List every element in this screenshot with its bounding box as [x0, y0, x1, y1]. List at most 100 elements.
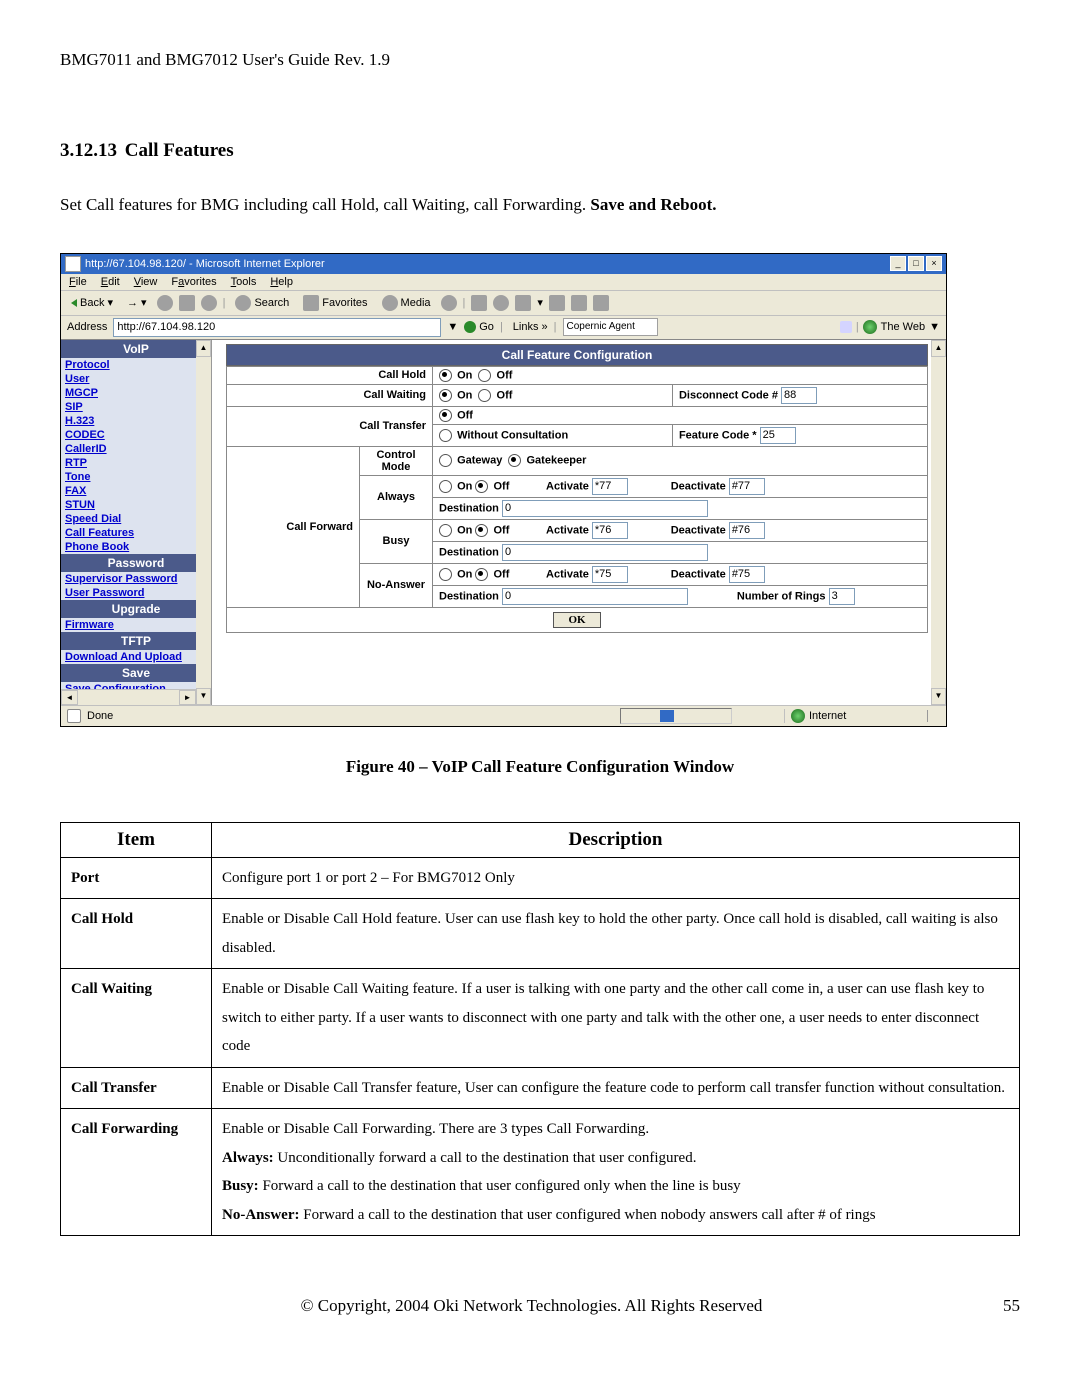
search-button[interactable]: Search	[231, 294, 293, 312]
menu-view[interactable]: View	[134, 276, 158, 288]
print-icon[interactable]	[493, 295, 509, 311]
desc-item: Call Waiting	[61, 969, 212, 1068]
always-destination-input[interactable]	[502, 500, 708, 517]
gateway-radio[interactable]	[439, 454, 452, 467]
noanswer-activate-input[interactable]	[592, 566, 628, 583]
media-button[interactable]: Media	[378, 294, 435, 312]
always-on-radio[interactable]	[439, 480, 452, 493]
sidebar-section-tftp: TFTP	[61, 632, 211, 650]
noanswer-off-radio[interactable]	[475, 568, 488, 581]
main-vscroll[interactable]: ▲▼	[931, 340, 946, 705]
callwaiting-on-radio[interactable]	[439, 389, 452, 402]
sidebar-item-firmware[interactable]: Firmware	[61, 618, 211, 632]
busy-destination-input[interactable]	[502, 544, 708, 561]
favorites-icon	[303, 295, 319, 311]
back-button[interactable]: Back ▾	[67, 295, 117, 310]
copernic-input[interactable]: Copernic Agent	[563, 318, 658, 336]
figure-caption: Figure 40 – VoIP Call Feature Configurat…	[60, 757, 1020, 777]
menu-file[interactable]: File	[69, 276, 87, 288]
research-icon[interactable]	[593, 295, 609, 311]
sidebar-item-callerid[interactable]: CallerID	[61, 442, 211, 456]
noanswer-on-radio[interactable]	[439, 568, 452, 581]
noanswer-deactivate-input[interactable]	[729, 566, 765, 583]
messenger-icon[interactable]	[571, 295, 587, 311]
always-deactivate-input[interactable]	[729, 478, 765, 495]
back-arrow-icon	[71, 299, 77, 307]
row-calltransfer-label: Call Transfer	[227, 406, 433, 446]
row-callwaiting-label: Call Waiting	[227, 384, 433, 406]
sidebar-section-upgrade: Upgrade	[61, 600, 211, 618]
stop-icon[interactable]	[157, 295, 173, 311]
done-icon	[67, 709, 81, 723]
favorites-button[interactable]: Favorites	[299, 294, 371, 312]
noanswer-destination-input[interactable]	[502, 588, 688, 605]
menu-help[interactable]: Help	[270, 276, 293, 288]
main-content: Call Feature Configuration Call Hold On …	[212, 340, 946, 705]
sidebar-hscroll[interactable]: ◄►	[61, 689, 196, 705]
calltransfer-without-radio[interactable]	[439, 429, 452, 442]
calltransfer-off-radio[interactable]	[439, 409, 452, 422]
always-activate-input[interactable]	[592, 478, 628, 495]
busy-off-radio[interactable]	[475, 524, 488, 537]
always-off-radio[interactable]	[475, 480, 488, 493]
maximize-button[interactable]: □	[908, 256, 924, 271]
sidebar-vscroll[interactable]: ▲▼	[196, 340, 211, 705]
address-input[interactable]	[113, 318, 441, 337]
search-glass-icon	[840, 321, 852, 333]
sidebar-item-protocol[interactable]: Protocol	[61, 358, 211, 372]
sidebar-item-callfeatures[interactable]: Call Features	[61, 526, 211, 540]
home-icon[interactable]	[201, 295, 217, 311]
sidebar-item-speeddial[interactable]: Speed Dial	[61, 512, 211, 526]
address-label: Address	[67, 321, 107, 333]
discuss-icon[interactable]	[549, 295, 565, 311]
menubar: File Edit View Favorites Tools Help	[61, 274, 946, 291]
sidebar-section-save: Save	[61, 664, 211, 682]
minimize-button[interactable]: _	[890, 256, 906, 271]
menu-favorites[interactable]: Favorites	[171, 276, 216, 288]
doc-header: BMG7011 and BMG7012 User's Guide Rev. 1.…	[60, 50, 1020, 70]
page-footer: © Copyright, 2004 Oki Network Technologi…	[60, 1296, 1020, 1316]
sidebar-item-download[interactable]: Download And Upload	[61, 650, 211, 664]
sidebar: VoIP Protocol User MGCP SIP H.323 CODEC …	[61, 340, 212, 705]
links-label[interactable]: Links »	[513, 321, 548, 333]
history-icon[interactable]	[441, 295, 457, 311]
callhold-off-radio[interactable]	[478, 369, 491, 382]
sidebar-item-sip[interactable]: SIP	[61, 400, 211, 414]
page-number: 55	[1003, 1296, 1020, 1316]
menu-tools[interactable]: Tools	[231, 276, 257, 288]
edit-icon[interactable]	[515, 295, 531, 311]
sidebar-item-stun[interactable]: STUN	[61, 498, 211, 512]
busy-deactivate-input[interactable]	[729, 522, 765, 539]
busy-activate-input[interactable]	[592, 522, 628, 539]
sidebar-item-phonebook[interactable]: Phone Book	[61, 540, 211, 554]
row-always-label: Always	[360, 475, 433, 519]
section-title: Call Features	[125, 140, 234, 161]
feature-code-input[interactable]	[760, 427, 796, 444]
sidebar-item-userpw[interactable]: User Password	[61, 586, 211, 600]
sidebar-item-user[interactable]: User	[61, 372, 211, 386]
callwaiting-off-radio[interactable]	[478, 389, 491, 402]
mail-icon[interactable]	[471, 295, 487, 311]
refresh-icon[interactable]	[179, 295, 195, 311]
sidebar-item-fax[interactable]: FAX	[61, 484, 211, 498]
busy-on-radio[interactable]	[439, 524, 452, 537]
row-busy-label: Busy	[360, 519, 433, 563]
disconnect-code-input[interactable]	[781, 387, 817, 404]
sidebar-item-tone[interactable]: Tone	[61, 470, 211, 484]
sidebar-item-supervisorpw[interactable]: Supervisor Password	[61, 572, 211, 586]
gatekeeper-radio[interactable]	[508, 454, 521, 467]
sidebar-item-mgcp[interactable]: MGCP	[61, 386, 211, 400]
sidebar-item-rtp[interactable]: RTP	[61, 456, 211, 470]
rings-input[interactable]	[829, 588, 855, 605]
go-button[interactable]: Go	[464, 321, 494, 333]
ok-button[interactable]: OK	[553, 612, 600, 628]
close-button[interactable]: ×	[926, 256, 942, 271]
zone-indicator: Internet	[784, 709, 921, 723]
forward-button[interactable]: → ▾	[123, 295, 151, 310]
menu-edit[interactable]: Edit	[101, 276, 120, 288]
desc-text: Enable or Disable Call Hold feature. Use…	[212, 899, 1020, 969]
callhold-on-radio[interactable]	[439, 369, 452, 382]
sidebar-item-codec[interactable]: CODEC	[61, 428, 211, 442]
theweb-button[interactable]: | The Web ▼	[840, 320, 940, 334]
sidebar-item-h323[interactable]: H.323	[61, 414, 211, 428]
